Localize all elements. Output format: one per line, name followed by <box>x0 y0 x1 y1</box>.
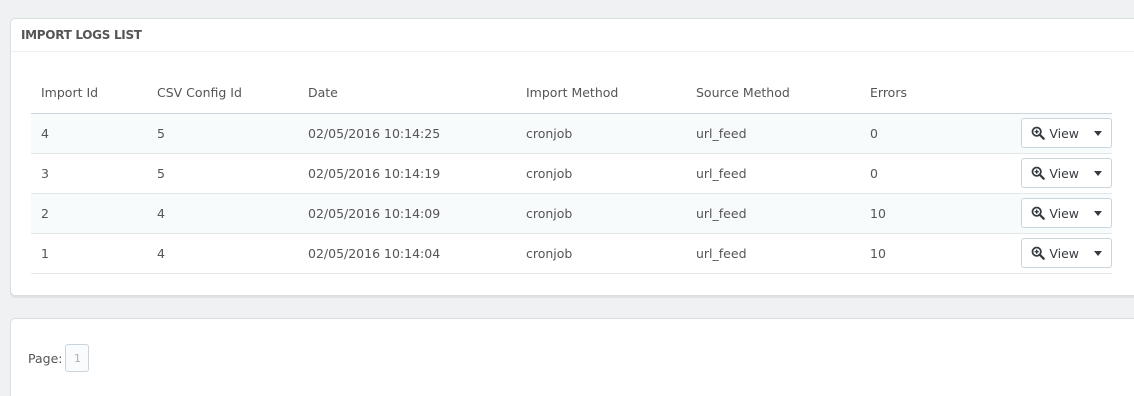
cell-source-method: url_feed <box>686 193 860 234</box>
table-row: 3 5 02/05/2016 10:14:19 cronjob url_feed… <box>31 153 1112 194</box>
cell-date: 02/05/2016 10:14:09 <box>298 193 516 234</box>
actions-dropdown-toggle[interactable] <box>1085 239 1111 267</box>
cell-csv-config-id: 4 <box>147 193 298 234</box>
import-logs-panel: IMPORT LOGS LIST Import Id CSV Config Id… <box>10 18 1134 296</box>
caret-down-icon <box>1094 170 1102 176</box>
table-row: 1 4 02/05/2016 10:14:04 cronjob url_feed… <box>31 233 1112 274</box>
actions-dropdown-toggle[interactable] <box>1085 199 1111 227</box>
page-1-button[interactable]: 1 <box>65 344 90 372</box>
row-action-group: View <box>1021 198 1112 228</box>
cell-errors: 0 <box>860 113 1000 154</box>
cell-date: 02/05/2016 10:14:25 <box>298 113 516 154</box>
cell-csv-config-id: 5 <box>147 153 298 194</box>
cell-import-method: cronjob <box>516 233 686 274</box>
caret-down-icon <box>1094 130 1102 136</box>
import-logs-table: Import Id CSV Config Id Date Import Meth… <box>31 73 1112 274</box>
header-actions <box>1000 73 1112 114</box>
header-errors: Errors <box>860 73 1000 114</box>
actions-dropdown-toggle[interactable] <box>1085 159 1111 187</box>
zoom-in-icon <box>1031 246 1046 260</box>
cell-errors: 10 <box>860 193 1000 234</box>
table-row: 4 5 02/05/2016 10:14:25 cronjob url_feed… <box>31 113 1112 154</box>
view-button-label: View <box>1049 165 1079 181</box>
panel-heading: IMPORT LOGS LIST <box>11 19 1134 52</box>
row-action-group: View <box>1021 158 1112 188</box>
view-button[interactable]: View <box>1022 159 1085 187</box>
cell-source-method: url_feed <box>686 153 860 194</box>
header-source-method: Source Method <box>686 73 860 114</box>
view-button-label: View <box>1049 125 1079 141</box>
cell-csv-config-id: 5 <box>147 113 298 154</box>
view-button[interactable]: View <box>1022 119 1085 147</box>
header-import-method: Import Method <box>516 73 686 114</box>
cell-errors: 0 <box>860 153 1000 194</box>
row-action-group: View <box>1021 238 1112 268</box>
header-csv-config-id: CSV Config Id <box>147 73 298 114</box>
zoom-in-icon <box>1031 126 1046 140</box>
cell-errors: 10 <box>860 233 1000 274</box>
view-button-label: View <box>1049 205 1079 221</box>
cell-actions: View <box>1000 153 1112 194</box>
row-action-group: View <box>1021 118 1112 148</box>
view-button[interactable]: View <box>1022 199 1085 227</box>
cell-csv-config-id: 4 <box>147 233 298 274</box>
cell-import-id: 3 <box>31 153 147 194</box>
caret-down-icon <box>1094 210 1102 216</box>
cell-import-id: 2 <box>31 193 147 234</box>
cell-source-method: url_feed <box>686 233 860 274</box>
panel-title: IMPORT LOGS LIST <box>21 28 142 42</box>
caret-down-icon <box>1094 250 1102 256</box>
view-button[interactable]: View <box>1022 239 1085 267</box>
view-button-label: View <box>1049 245 1079 261</box>
pagination-panel: Page: 1 <box>10 318 1134 396</box>
pagination-label: Page: <box>28 350 63 366</box>
header-date: Date <box>298 73 516 114</box>
table-header-row: Import Id CSV Config Id Date Import Meth… <box>31 73 1112 114</box>
pagination: Page: 1 <box>28 344 90 372</box>
cell-source-method: url_feed <box>686 113 860 154</box>
cell-import-method: cronjob <box>516 193 686 234</box>
cell-import-method: cronjob <box>516 113 686 154</box>
zoom-in-icon <box>1031 166 1046 180</box>
cell-date: 02/05/2016 10:14:19 <box>298 153 516 194</box>
header-import-id: Import Id <box>31 73 147 114</box>
zoom-in-icon <box>1031 206 1046 220</box>
cell-actions: View <box>1000 233 1112 274</box>
cell-import-id: 4 <box>31 113 147 154</box>
cell-import-method: cronjob <box>516 153 686 194</box>
cell-actions: View <box>1000 193 1112 234</box>
actions-dropdown-toggle[interactable] <box>1085 119 1111 147</box>
cell-actions: View <box>1000 113 1112 154</box>
cell-date: 02/05/2016 10:14:04 <box>298 233 516 274</box>
cell-import-id: 1 <box>31 233 147 274</box>
table-row: 2 4 02/05/2016 10:14:09 cronjob url_feed… <box>31 193 1112 234</box>
